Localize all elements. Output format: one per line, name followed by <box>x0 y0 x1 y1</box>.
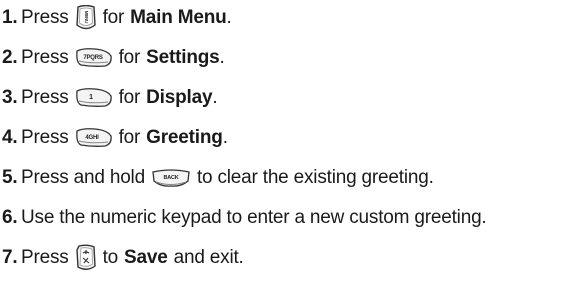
key-4-icon: 4GHI <box>75 128 113 148</box>
step-number: 2. <box>2 47 18 68</box>
step-text: for <box>118 47 141 68</box>
step-text: Press <box>21 7 69 28</box>
step-number: 5. <box>2 167 18 188</box>
svg-text:1: 1 <box>89 94 93 101</box>
menu-ok-key-icon: MENU <box>75 5 97 31</box>
step-text: Press and hold <box>21 167 145 188</box>
key-7-icon: 7PQRS <box>75 48 113 68</box>
step-text: for <box>118 127 141 148</box>
svg-text:MENU: MENU <box>84 11 89 23</box>
step-text: Use the numeric keypad to enter a new cu… <box>21 207 487 228</box>
step-text-end: . <box>212 87 218 108</box>
step-number: 7. <box>2 247 18 268</box>
step-text: for <box>118 87 141 108</box>
back-key-icon: BACK <box>151 168 191 188</box>
instruction-steps: 1. Press MENU for Main Menu . 2. Press 7… <box>0 0 571 289</box>
step-text-end: . <box>222 127 228 148</box>
step-text: for <box>102 7 125 28</box>
step-text: to <box>102 247 119 268</box>
menu-name: Main Menu <box>130 7 227 28</box>
key-1-icon: 1 <box>75 88 113 108</box>
step-2: 2. Press 7PQRS for Settings . <box>0 44 225 72</box>
menu-name: Greeting <box>146 127 223 148</box>
step-text-end: . <box>226 7 232 28</box>
step-number: 4. <box>2 127 18 148</box>
step-text: Press <box>21 127 69 148</box>
step-3: 3. Press 1 for Display . <box>0 84 218 112</box>
action-name: Save <box>124 247 168 268</box>
step-number: 3. <box>2 87 18 108</box>
svg-text:7PQRS: 7PQRS <box>83 55 103 61</box>
menu-name: Settings <box>146 47 220 68</box>
step-5: 5. Press and hold BACK to clear the exis… <box>0 164 434 192</box>
end-power-key-icon <box>75 244 97 272</box>
step-4: 4. Press 4GHI for Greeting . <box>0 124 228 152</box>
step-6: 6. Use the numeric keypad to enter a new… <box>0 204 487 232</box>
svg-text:4GHI: 4GHI <box>85 135 99 141</box>
step-text: Press <box>21 87 69 108</box>
step-7: 7. Press to Save and exit. <box>0 244 244 272</box>
svg-text:BACK: BACK <box>163 175 178 181</box>
menu-name: Display <box>146 87 213 108</box>
step-text-end: and exit. <box>173 247 244 268</box>
step-text: to clear the existing greeting. <box>196 167 434 188</box>
step-text: Press <box>21 47 69 68</box>
step-number: 6. <box>2 207 18 228</box>
step-1: 1. Press MENU for Main Menu . <box>0 4 232 32</box>
step-text-end: . <box>219 47 225 68</box>
step-number: 1. <box>2 7 18 28</box>
step-text: Press <box>21 247 69 268</box>
